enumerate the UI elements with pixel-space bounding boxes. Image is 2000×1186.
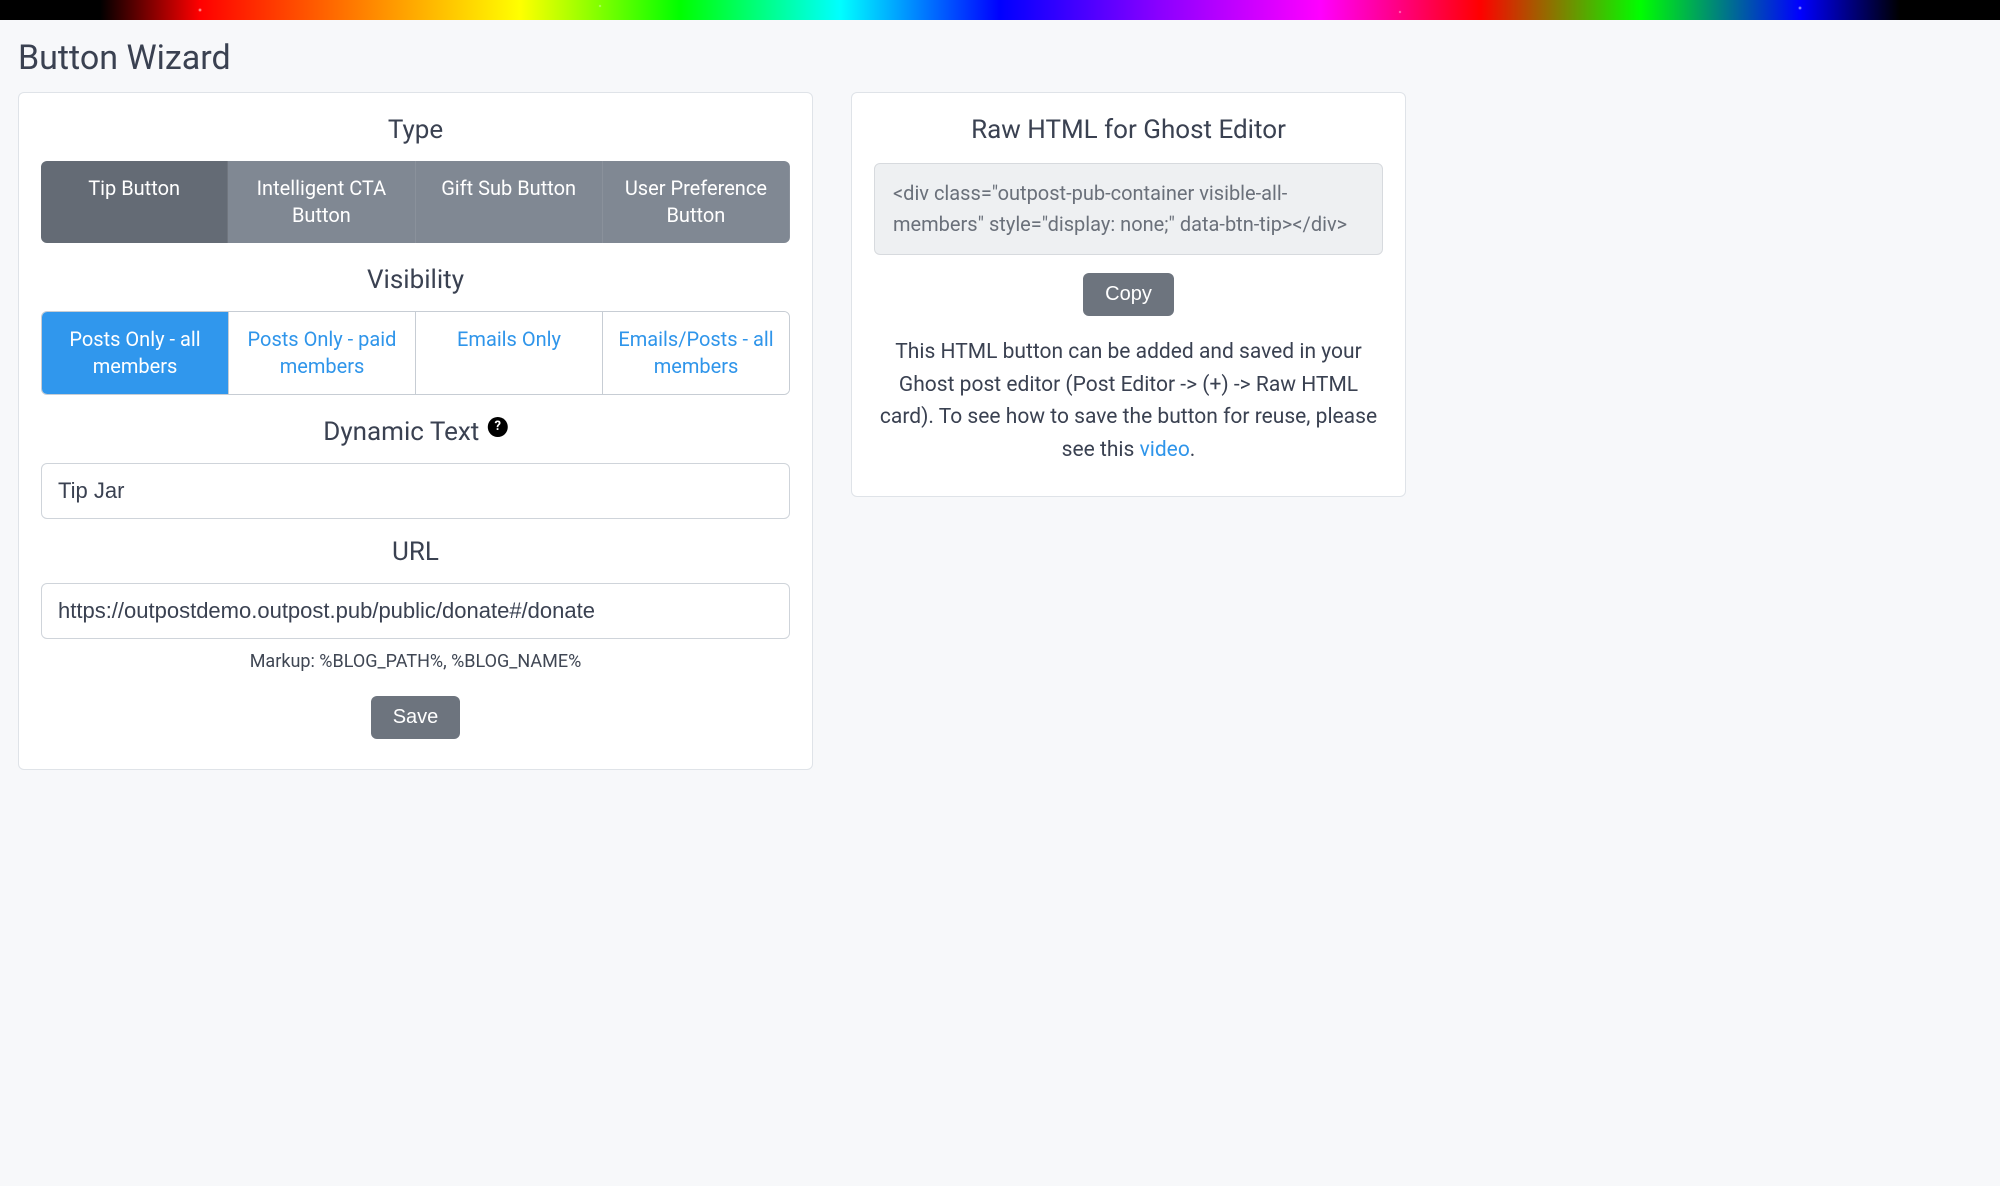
url-input[interactable] [41,583,790,639]
type-option-cta-button[interactable]: Intelligent CTA Button [228,161,415,243]
save-button[interactable]: Save [371,696,461,739]
raw-html-heading: Raw HTML for Ghost Editor [874,115,1383,145]
help-icon[interactable]: ? [488,417,508,437]
url-heading: URL [41,537,790,567]
raw-html-code[interactable]: <div class="outpost-pub-container visibl… [874,163,1383,255]
page-title: Button Wizard [18,38,1398,78]
visibility-heading: Visibility [41,265,790,295]
raw-html-description: This HTML button can be added and saved … [874,336,1383,466]
video-link[interactable]: video [1140,438,1190,462]
visibility-option-emails-posts-all[interactable]: Emails/Posts - all members [603,312,789,394]
header-banner [0,0,2000,20]
dynamic-text-heading: Dynamic Text ? [323,417,507,447]
visibility-option-posts-all[interactable]: Posts Only - all members [42,312,229,394]
wizard-card: Type Tip Button Intelligent CTA Button G… [18,92,813,770]
desc-post: . [1190,438,1196,462]
raw-html-card: Raw HTML for Ghost Editor <div class="ou… [851,92,1406,497]
visibility-option-posts-paid[interactable]: Posts Only - paid members [229,312,416,394]
type-option-user-pref-button[interactable]: User Preference Button [603,161,790,243]
type-heading: Type [41,115,790,145]
type-button-group: Tip Button Intelligent CTA Button Gift S… [41,161,790,243]
visibility-button-group: Posts Only - all members Posts Only - pa… [41,311,790,395]
type-option-gift-sub-button[interactable]: Gift Sub Button [416,161,603,243]
url-markup-hint: Markup: %BLOG_PATH%, %BLOG_NAME% [41,651,790,672]
desc-pre: This HTML button can be added and saved … [880,340,1377,462]
visibility-option-emails-only[interactable]: Emails Only [416,312,603,394]
dynamic-text-input[interactable] [41,463,790,519]
copy-button[interactable]: Copy [1083,273,1174,316]
type-option-tip-button[interactable]: Tip Button [41,161,228,243]
dynamic-text-heading-label: Dynamic Text [323,417,479,447]
